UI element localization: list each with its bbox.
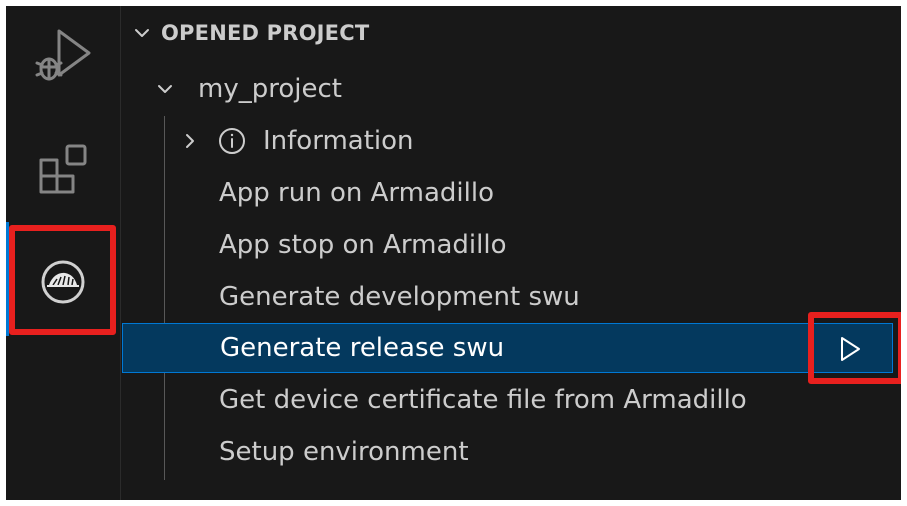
command-label: Setup environment xyxy=(219,437,469,467)
command-item[interactable]: Generate development swu xyxy=(121,272,901,322)
section-header[interactable]: OPENED PROJECT xyxy=(121,16,369,50)
project-node[interactable]: my_project xyxy=(121,64,901,114)
command-label: Generate release swu xyxy=(220,333,505,363)
activity-bar xyxy=(6,6,121,500)
run-and-debug-button[interactable] xyxy=(6,18,120,92)
chevron-down-icon xyxy=(158,85,172,93)
command-item[interactable]: App stop on Armadillo xyxy=(121,220,901,270)
command-label: App stop on Armadillo xyxy=(219,230,507,260)
info-icon xyxy=(219,128,245,154)
information-node[interactable]: Information xyxy=(121,116,901,166)
command-item-selected[interactable]: Generate release swu xyxy=(122,323,893,373)
command-item[interactable]: Setup environment xyxy=(121,427,901,477)
side-panel: OPENED PROJECT my_project Information Ap… xyxy=(121,6,901,500)
armadillo-highlight-box xyxy=(9,225,116,335)
extensions-icon xyxy=(39,144,87,194)
command-item[interactable]: App run on Armadillo xyxy=(121,168,901,218)
section-title: OPENED PROJECT xyxy=(161,21,370,45)
chevron-down-icon xyxy=(135,29,149,37)
run-button-highlight-box xyxy=(808,312,901,384)
command-item[interactable]: Get device certificate file from Armadil… xyxy=(121,375,901,425)
run-and-debug-icon xyxy=(35,29,91,81)
chevron-right-icon xyxy=(186,134,194,148)
information-label: Information xyxy=(263,126,414,156)
vscode-window: OPENED PROJECT my_project Information Ap… xyxy=(6,6,901,500)
extensions-button[interactable] xyxy=(6,130,120,210)
command-label: Generate development swu xyxy=(219,282,580,312)
command-label: App run on Armadillo xyxy=(219,178,494,208)
project-name: my_project xyxy=(198,74,342,104)
command-label: Get device certificate file from Armadil… xyxy=(219,385,747,415)
